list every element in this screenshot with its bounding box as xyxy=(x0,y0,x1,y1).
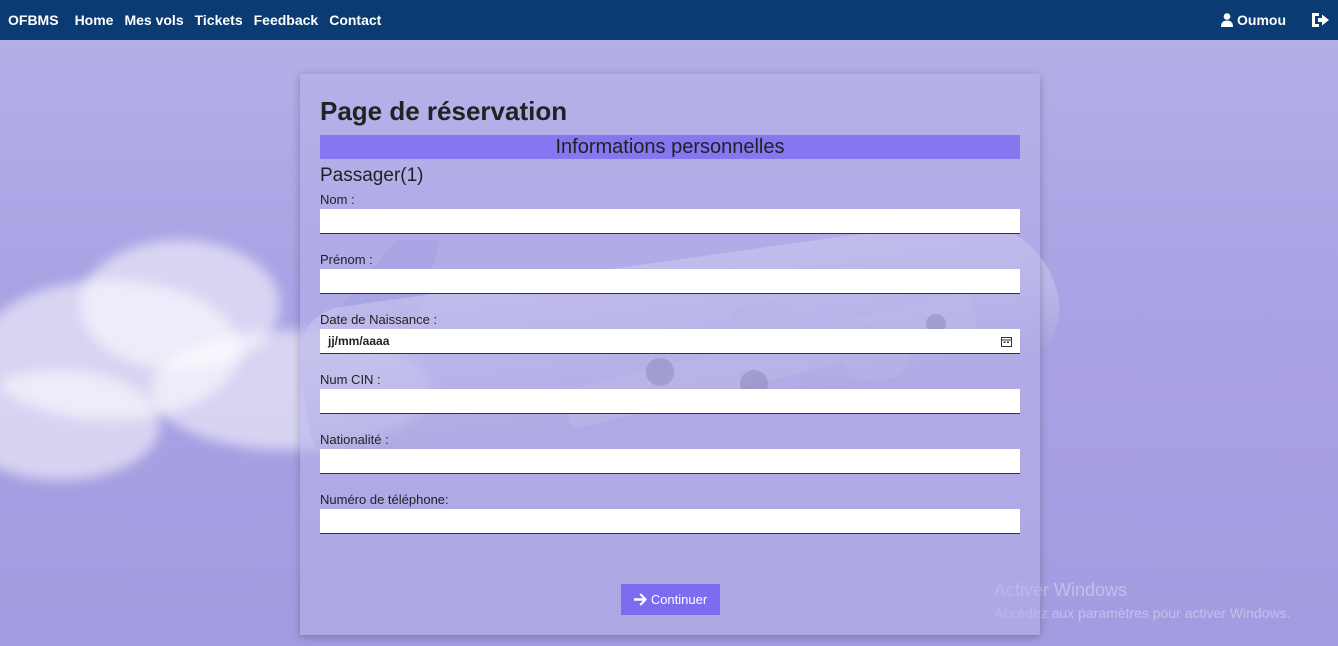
page-title: Page de réservation xyxy=(320,96,568,126)
field-prenom: Prénom : xyxy=(320,251,1020,294)
nationalite-label: Nationalité : xyxy=(320,432,389,447)
prenom-label: Prénom : xyxy=(320,252,373,267)
nationalite-input[interactable] xyxy=(320,449,1020,474)
num-cin-input[interactable] xyxy=(320,389,1020,414)
calendar-icon[interactable] xyxy=(1001,336,1012,347)
submit-wrapper: Continuer xyxy=(300,584,1040,615)
field-date-naissance: Date de Naissance : jj/mm/aaaa xyxy=(320,311,1020,354)
nav-right: Oumou xyxy=(1221,10,1330,30)
field-num-cin: Num CIN : xyxy=(320,371,1020,414)
nav-link-contact[interactable]: Contact xyxy=(329,12,381,28)
continue-button[interactable]: Continuer xyxy=(620,584,720,615)
field-telephone: Numéro de téléphone: xyxy=(320,491,1020,534)
date-naissance-input[interactable]: jj/mm/aaaa xyxy=(320,329,1020,354)
date-placeholder: jj/mm/aaaa xyxy=(328,334,390,348)
section-header: Informations personnelles xyxy=(320,135,1020,159)
arrow-right-icon xyxy=(633,593,647,606)
logout-icon[interactable] xyxy=(1310,10,1330,30)
passenger-heading: Passager(1) xyxy=(320,165,424,186)
user-menu[interactable]: Oumou xyxy=(1221,12,1286,28)
num-cin-label: Num CIN : xyxy=(320,372,381,387)
date-naissance-label: Date de Naissance : xyxy=(320,312,438,327)
nav-link-mes-vols[interactable]: Mes vols xyxy=(124,12,183,28)
top-navbar: OFBMS Home Mes vols Tickets Feedback Con… xyxy=(0,0,1338,40)
field-nationalite: Nationalité : xyxy=(320,431,1020,474)
user-name: Oumou xyxy=(1237,12,1286,28)
telephone-input[interactable] xyxy=(320,509,1020,534)
nom-input[interactable] xyxy=(320,209,1020,234)
reservation-form-card: Page de réservation Informations personn… xyxy=(300,74,1040,635)
nav-link-home[interactable]: Home xyxy=(75,12,114,28)
telephone-label: Numéro de téléphone: xyxy=(320,492,449,507)
nav-link-tickets[interactable]: Tickets xyxy=(195,12,243,28)
user-icon xyxy=(1221,13,1233,27)
prenom-input[interactable] xyxy=(320,269,1020,294)
continue-label: Continuer xyxy=(650,592,708,607)
brand-logo[interactable]: OFBMS xyxy=(8,12,59,28)
nom-label: Nom : xyxy=(320,192,355,207)
nav-link-feedback[interactable]: Feedback xyxy=(254,12,319,28)
field-nom: Nom : xyxy=(320,191,1020,234)
